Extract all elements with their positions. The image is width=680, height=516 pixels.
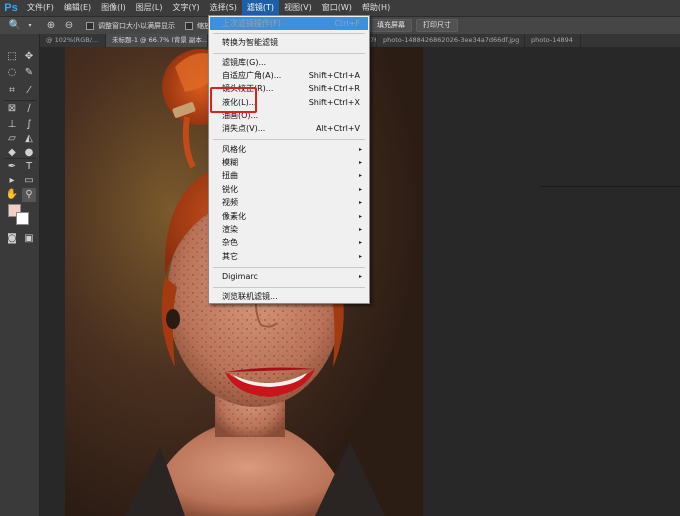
- zoom-icon[interactable]: ⚲: [22, 188, 36, 202]
- menu-help[interactable]: 帮助(H): [357, 0, 395, 16]
- chevron-right-icon: ▸: [358, 273, 362, 280]
- eyedropper-icon[interactable]: ⁄: [22, 84, 36, 98]
- app-logo: Ps: [4, 2, 18, 14]
- chevron-right-icon: ▸: [358, 159, 362, 166]
- last-filter-shortcut: Ctrl+F: [334, 19, 360, 28]
- chevron-right-icon: ▸: [358, 226, 362, 233]
- submenu-other-label: 其它: [222, 252, 238, 261]
- healing-icon[interactable]: ⊠: [5, 102, 19, 116]
- submenu-digimarc-label: Digimarc: [222, 272, 258, 281]
- menu-file[interactable]: 文件(F): [22, 0, 59, 16]
- chevron-down-icon[interactable]: ▾: [26, 19, 34, 33]
- lasso-icon[interactable]: ◌: [5, 66, 19, 80]
- submenu-noise[interactable]: 杂色 ▸: [210, 236, 368, 249]
- doc-tab[interactable]: photo-14894: [525, 34, 581, 47]
- menu-bar: Ps 文件(F) 编辑(E) 图像(I) 图层(L) 文字(Y) 选择(S) 滤…: [0, 0, 680, 16]
- doc-tab-active[interactable]: 未标题-1 @ 66.7% (背景 副本...: [106, 34, 208, 47]
- submenu-stylize[interactable]: 风格化 ▸: [210, 143, 368, 156]
- chevron-right-icon: ▸: [358, 199, 362, 206]
- resize-windows-checkbox[interactable]: [86, 21, 94, 30]
- submenu-digimarc[interactable]: Digimarc ▸: [210, 270, 368, 283]
- brush-icon[interactable]: ∕: [22, 102, 36, 116]
- menu-filter[interactable]: 滤镜(T): [241, 0, 280, 16]
- vanishing-point-label: 消失点(V)...: [222, 124, 266, 133]
- zoom-all-checkbox[interactable]: [185, 21, 193, 30]
- annotation-highlight-box: [210, 87, 257, 113]
- path-select-icon[interactable]: ▸: [5, 174, 19, 188]
- doc-tab[interactable]: photo-1488426862026-3ee34a7d66df.jpg: [377, 34, 525, 47]
- chevron-right-icon: ▸: [358, 172, 362, 179]
- menu-edit[interactable]: 编辑(E): [59, 0, 96, 16]
- submenu-other[interactable]: 其它 ▸: [210, 250, 368, 263]
- type-icon[interactable]: T: [22, 160, 36, 174]
- chevron-right-icon: ▸: [358, 253, 362, 260]
- menu-select[interactable]: 选择(S): [205, 0, 242, 16]
- adaptive-wide-angle-shortcut: Shift+Ctrl+A: [308, 71, 360, 80]
- submenu-blur[interactable]: 模糊 ▸: [210, 156, 368, 169]
- menu-view[interactable]: 视图(V): [279, 0, 317, 16]
- last-filter-item[interactable]: 上次滤镜操作(F) Ctrl+F: [210, 17, 368, 30]
- crop-icon[interactable]: ⌗: [5, 84, 19, 98]
- menu-image[interactable]: 图像(I): [96, 0, 131, 16]
- vanishing-point-shortcut: Alt+Ctrl+V: [316, 124, 360, 133]
- screen-mode-icon[interactable]: ▣: [22, 232, 36, 246]
- panel-divider: [540, 186, 680, 187]
- submenu-sharpen[interactable]: 锐化 ▸: [210, 183, 368, 196]
- submenu-video-label: 视频: [222, 198, 238, 207]
- hand-icon[interactable]: ✋: [5, 188, 19, 202]
- eraser-icon[interactable]: ▱: [5, 132, 19, 146]
- print-size-button[interactable]: 打印尺寸: [416, 19, 458, 32]
- filter-dropdown-menu: 上次滤镜操作(F) Ctrl+F 转换为智能滤镜 滤镜库(G)... 自适应广角…: [208, 15, 370, 304]
- browse-online-filters-label: 浏览联机滤镜...: [222, 292, 278, 301]
- marquee-icon[interactable]: ⬚: [5, 50, 19, 64]
- lens-correction-shortcut: Shift+Ctrl+R: [308, 84, 360, 93]
- menu-type[interactable]: 文字(Y): [167, 0, 204, 16]
- chevron-right-icon: ▸: [358, 239, 362, 246]
- submenu-distort[interactable]: 扭曲 ▸: [210, 169, 368, 182]
- submenu-blur-label: 模糊: [222, 158, 238, 167]
- paint-bucket-icon[interactable]: ◭: [22, 132, 36, 146]
- chevron-right-icon: ▸: [358, 213, 362, 220]
- vanishing-point-item[interactable]: 消失点(V)... Alt+Ctrl+V: [210, 122, 368, 135]
- filter-gallery-label: 滤镜库(G)...: [222, 58, 267, 67]
- submenu-distort-label: 扭曲: [222, 171, 238, 180]
- zoom-tool-icon[interactable]: 🔍: [8, 19, 22, 33]
- submenu-pixelate[interactable]: 像素化 ▸: [210, 210, 368, 223]
- submenu-stylize-label: 风格化: [222, 145, 246, 154]
- convert-smart-filter-item[interactable]: 转换为智能滤镜: [210, 36, 368, 49]
- chevron-right-icon: ▸: [358, 186, 362, 193]
- fill-screen-button[interactable]: 填充屏幕: [370, 19, 412, 32]
- doc-tab[interactable]: @ 102%(RGB/...: [40, 34, 106, 47]
- pen-icon[interactable]: ✒: [5, 160, 19, 174]
- menu-layer[interactable]: 图层(L): [131, 0, 168, 16]
- submenu-video[interactable]: 视频 ▸: [210, 196, 368, 209]
- resize-windows-label: 调整窗口大小以满屏显示: [98, 21, 175, 30]
- quick-select-icon[interactable]: ✎: [22, 66, 36, 80]
- submenu-noise-label: 杂色: [222, 238, 238, 247]
- submenu-pixelate-label: 像素化: [222, 212, 246, 221]
- submenu-render[interactable]: 渲染 ▸: [210, 223, 368, 236]
- quick-mask-icon[interactable]: ◙: [5, 232, 19, 246]
- liquify-shortcut: Shift+Ctrl+X: [308, 98, 360, 107]
- convert-smart-filter-label: 转换为智能滤镜: [222, 38, 278, 47]
- browse-online-filters-item[interactable]: 浏览联机滤镜...: [210, 290, 368, 303]
- menu-window[interactable]: 窗口(W): [317, 0, 357, 16]
- last-filter-label: 上次滤镜操作(F): [222, 19, 281, 28]
- zoom-out-icon[interactable]: ⊖: [62, 19, 76, 33]
- submenu-sharpen-label: 锐化: [222, 185, 238, 194]
- chevron-right-icon: ▸: [358, 146, 362, 153]
- history-brush-icon[interactable]: ∫: [22, 118, 36, 132]
- adaptive-wide-angle-label: 自适应广角(A)...: [222, 71, 282, 80]
- submenu-render-label: 渲染: [222, 225, 238, 234]
- filter-gallery-item[interactable]: 滤镜库(G)...: [210, 56, 368, 69]
- zoom-in-icon[interactable]: ⊕: [44, 19, 58, 33]
- background-color-swatch[interactable]: [16, 212, 29, 225]
- adaptive-wide-angle-item[interactable]: 自适应广角(A)... Shift+Ctrl+A: [210, 69, 368, 82]
- shape-icon[interactable]: ▭: [22, 174, 36, 188]
- move-icon[interactable]: ✥: [22, 50, 36, 64]
- stamp-icon[interactable]: ⊥: [5, 118, 19, 132]
- tools-panel: ⬚ ✥ ◌ ✎ ⌗ ⁄ ⊠ ∕ ⊥ ∫ ▱ ◭ ◆ ● ✒ T ▸ ▭ ✋ ⚲ …: [0, 34, 40, 516]
